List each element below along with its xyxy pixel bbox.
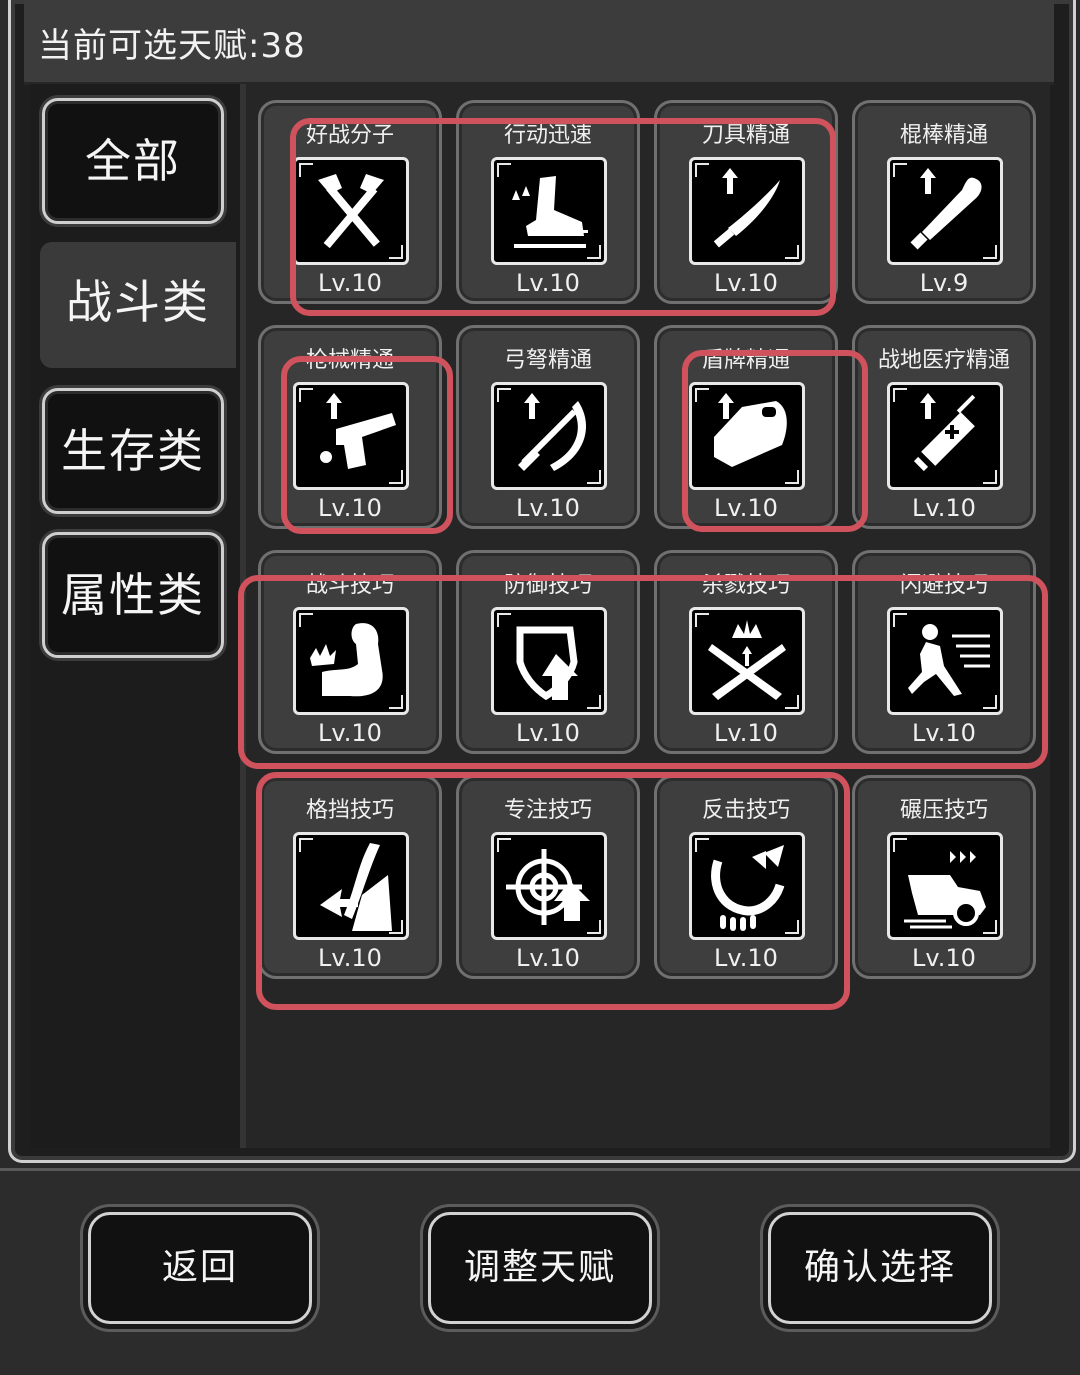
syringe-icon xyxy=(887,382,1003,490)
talent-tile[interactable]: 闪避技巧 Lv.10 xyxy=(852,550,1036,754)
talent-level: Lv.10 xyxy=(714,269,778,297)
talent-name: 盾牌精通 xyxy=(701,348,790,373)
talent-level: Lv.10 xyxy=(714,494,778,522)
talent-name: 好战分子 xyxy=(305,123,394,148)
shield-icon xyxy=(689,382,805,490)
talent-name: 格挡技巧 xyxy=(305,798,394,823)
talent-tile[interactable]: 枪械精通 Lv.10 xyxy=(258,325,442,529)
bat-icon xyxy=(887,157,1003,265)
knife-icon xyxy=(689,157,805,265)
car-ram-icon xyxy=(887,832,1003,940)
talent-level: Lv.10 xyxy=(714,719,778,747)
talent-tile[interactable]: 弓弩精通 Lv.10 xyxy=(456,325,640,529)
talent-level: Lv.10 xyxy=(516,269,580,297)
talent-tile[interactable]: 杀戮技巧 Lv.10 xyxy=(654,550,838,754)
talent-tile[interactable]: 战斗技巧 Lv.10 xyxy=(258,550,442,754)
talent-name: 杀戮技巧 xyxy=(701,573,790,598)
crossbow-icon xyxy=(491,382,607,490)
talent-name: 枪械精通 xyxy=(305,348,394,373)
category-all-button[interactable]: 全部 xyxy=(42,98,224,224)
category-combat-button[interactable]: 战斗类 xyxy=(40,242,236,368)
talent-level: Lv.10 xyxy=(318,719,382,747)
talent-name: 防御技巧 xyxy=(503,573,592,598)
talent-name: 专注技巧 xyxy=(503,798,592,823)
talent-tile[interactable]: 刀具精通 Lv.10 xyxy=(654,100,838,304)
talent-level: Lv.9 xyxy=(919,269,969,297)
talent-name: 碾压技巧 xyxy=(899,798,988,823)
talent-level: Lv.10 xyxy=(318,269,382,297)
available-talents-label: 当前可选天赋:38 xyxy=(38,26,306,66)
category-survival-button[interactable]: 生存类 xyxy=(42,388,224,514)
talent-name: 战地医疗精通 xyxy=(877,348,1010,373)
defense-shield-icon xyxy=(491,607,607,715)
talent-level: Lv.10 xyxy=(912,944,976,972)
talent-name: 闪避技巧 xyxy=(899,573,988,598)
talent-tile[interactable]: 专注技巧 Lv.10 xyxy=(456,775,640,979)
talent-level: Lv.10 xyxy=(318,944,382,972)
talent-name: 反击技巧 xyxy=(701,798,790,823)
fast-foot-icon xyxy=(491,157,607,265)
crossed-blades-icon xyxy=(689,607,805,715)
crosshair-icon xyxy=(491,832,607,940)
flexed-arm-icon xyxy=(293,607,409,715)
talent-tile[interactable]: 碾压技巧 Lv.10 xyxy=(852,775,1036,979)
talent-name: 刀具精通 xyxy=(701,123,790,148)
talent-level: Lv.10 xyxy=(714,944,778,972)
talent-name: 棍棒精通 xyxy=(899,123,988,148)
counter-claw-icon xyxy=(689,832,805,940)
talent-level: Lv.10 xyxy=(912,719,976,747)
category-attribute-button[interactable]: 属性类 xyxy=(42,532,224,658)
talent-level: Lv.10 xyxy=(516,494,580,522)
dodge-runner-icon xyxy=(887,607,1003,715)
talent-level: Lv.10 xyxy=(912,494,976,522)
pistol-icon xyxy=(293,382,409,490)
talent-tile[interactable]: 反击技巧 Lv.10 xyxy=(654,775,838,979)
header-bar: 当前可选天赋:38 xyxy=(24,0,1054,85)
talent-tile[interactable]: 战地医疗精通 Lv.10 xyxy=(852,325,1036,529)
crossed-axes-icon xyxy=(293,157,409,265)
talent-tile[interactable]: 好战分子 Lv.10 xyxy=(258,100,442,304)
talent-tile[interactable]: 行动迅速 Lv.10 xyxy=(456,100,640,304)
talent-tile[interactable]: 棍棒精通 Lv.9 xyxy=(852,100,1036,304)
confirm-selection-button[interactable]: 确认选择 xyxy=(768,1212,992,1324)
talent-tile[interactable]: 盾牌精通 Lv.10 xyxy=(654,325,838,529)
talent-level: Lv.10 xyxy=(318,494,382,522)
talent-name: 行动迅速 xyxy=(503,123,592,148)
talent-tile[interactable]: 格挡技巧 Lv.10 xyxy=(258,775,442,979)
talent-level: Lv.10 xyxy=(516,944,580,972)
talent-name: 弓弩精通 xyxy=(503,348,592,373)
talent-tile[interactable]: 防御技巧 Lv.10 xyxy=(456,550,640,754)
parry-icon xyxy=(293,832,409,940)
back-button[interactable]: 返回 xyxy=(88,1212,312,1324)
talent-name: 战斗技巧 xyxy=(305,573,394,598)
adjust-talent-button[interactable]: 调整天赋 xyxy=(428,1212,652,1324)
talent-level: Lv.10 xyxy=(516,719,580,747)
